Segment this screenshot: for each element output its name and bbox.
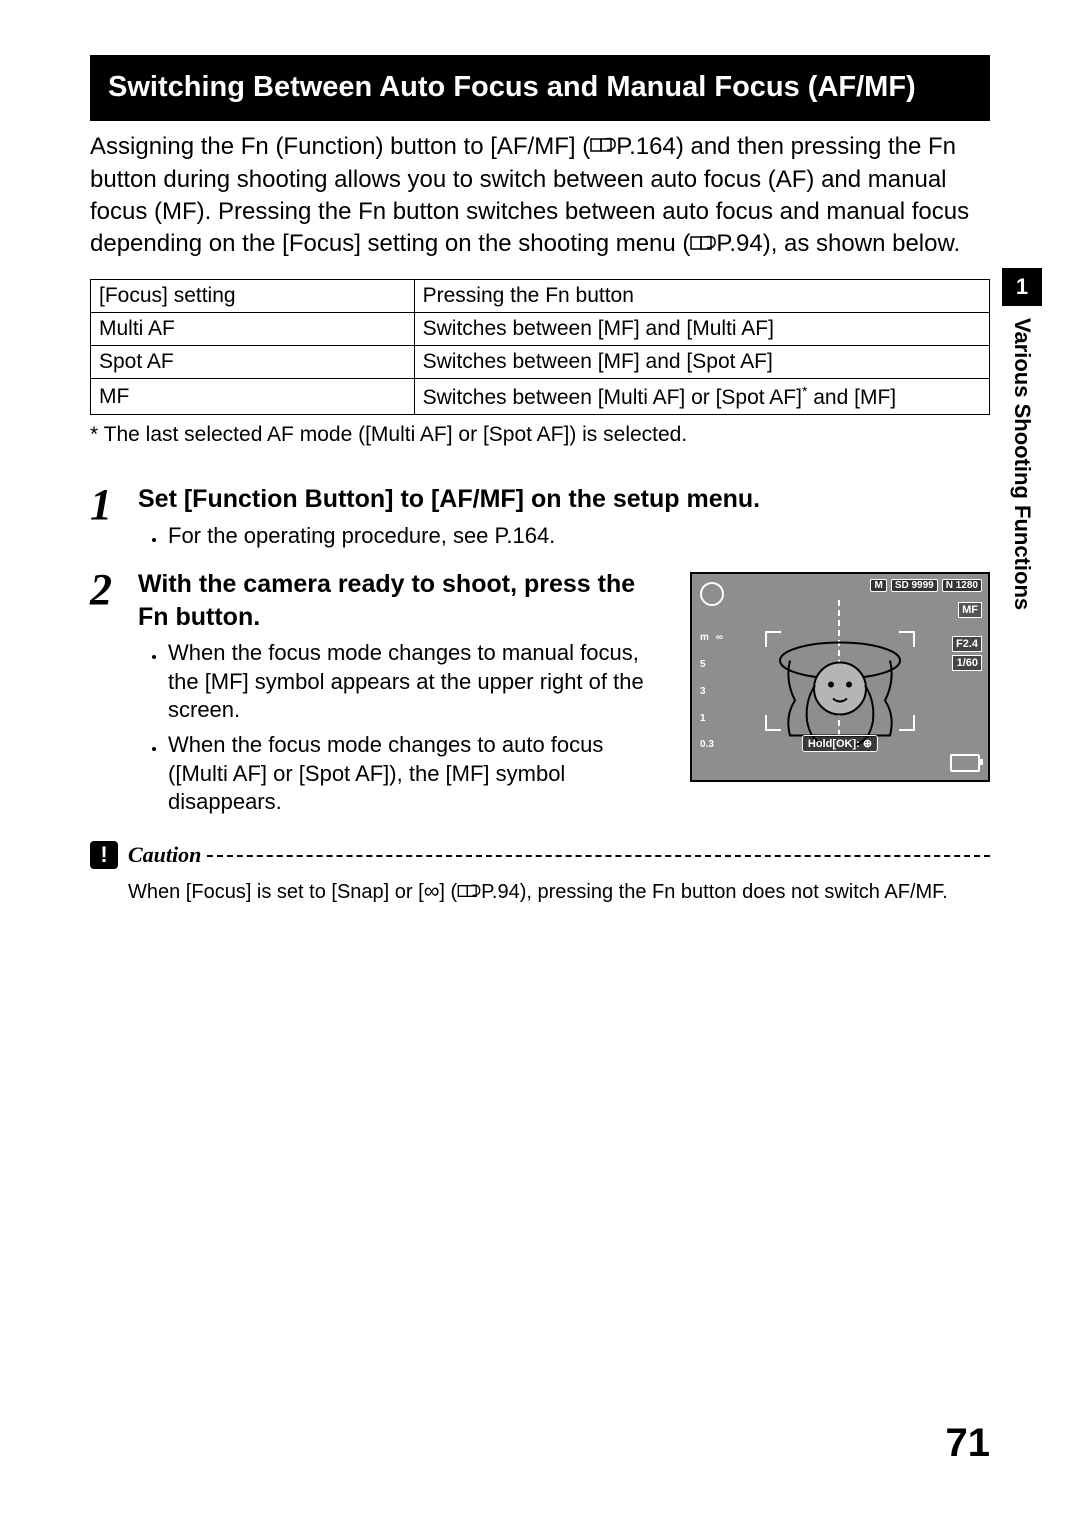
sd-indicator: SD 9999 (891, 579, 938, 592)
step-title: Set [Function Button] to [AF/MF] on the … (138, 483, 990, 516)
step-1: 1 Set [Function Button] to [AF/MF] on th… (90, 483, 990, 556)
page-number: 71 (946, 1421, 991, 1466)
caution-text: When [Focus] is set to [Snap] or [∞] ( P… (128, 877, 990, 906)
quality-indicator: N 1280 (942, 579, 982, 592)
side-tab: 1 Various Shooting Functions (1002, 268, 1042, 610)
table-row: Multi AF Switches between [MF] and [Mult… (91, 313, 990, 346)
distance-gauge: m ∞ 5 3 1 0.3 (700, 632, 726, 750)
caution-icon: ! (90, 841, 118, 869)
selftimer-icon (700, 582, 724, 606)
infinity-symbol: ∞ (424, 878, 440, 903)
cell-fn-post: and [MF] (807, 386, 896, 409)
step-title: With the camera ready to shoot, press th… (138, 568, 665, 633)
shutter-value: 1/60 (952, 655, 982, 671)
battery-icon (950, 754, 980, 772)
step-bullet: For the operating procedure, see P.164. (166, 522, 990, 551)
section-header: Switching Between Auto Focus and Manual … (90, 55, 990, 121)
aperture-value: F2.4 (952, 636, 982, 652)
caution-label: Caution (128, 842, 201, 868)
cell-focus: Spot AF (91, 346, 415, 379)
col-focus-setting: [Focus] setting (91, 280, 415, 313)
cell-fn-pre: Switches between [Multi AF] or [Spot AF] (423, 386, 802, 409)
chapter-number: 1 (1002, 268, 1042, 306)
caution-header: ! Caution (90, 841, 990, 869)
step-number: 2 (90, 568, 138, 612)
intro-paragraph: Assigning the Fn (Function) button to [A… (90, 131, 990, 261)
holdok-hint: Hold[OK]: ⊕ (802, 735, 878, 752)
table-row: MF Switches between [Multi AF] or [Spot … (91, 379, 990, 415)
cell-fn: Switches between [MF] and [Multi AF] (414, 313, 989, 346)
intro-ref1: P.164 (616, 133, 676, 160)
cell-focus: Multi AF (91, 313, 415, 346)
cell-fn: Switches between [Multi AF] or [Spot AF]… (414, 379, 989, 415)
intro-ref2: P.94 (716, 230, 762, 257)
step-bullet: When the focus mode changes to manual fo… (166, 639, 665, 725)
focus-table: [Focus] setting Pressing the Fn button M… (90, 279, 990, 415)
divider (207, 855, 990, 857)
cell-focus: MF (91, 379, 415, 415)
reference-icon (457, 880, 481, 906)
step-2: 2 With the camera ready to shoot, press … (90, 568, 990, 823)
chapter-title: Various Shooting Functions (1009, 318, 1035, 610)
intro-pre: Assigning the Fn (Function) button to [A… (90, 133, 590, 160)
camera-lcd-illustration: M SD 9999 N 1280 MF F2.4 1/60 m ∞ 5 3 (690, 572, 990, 782)
intro-post: ), as shown below. (763, 230, 960, 257)
col-pressing-fn: Pressing the Fn button (414, 280, 989, 313)
cell-fn: Switches between [MF] and [Spot AF] (414, 346, 989, 379)
table-header-row: [Focus] setting Pressing the Fn button (91, 280, 990, 313)
mode-indicator: M (870, 579, 886, 592)
table-footnote: * The last selected AF mode ([Multi AF] … (90, 423, 990, 447)
step-number: 1 (90, 483, 138, 527)
reference-icon (590, 131, 616, 163)
reference-icon (690, 229, 716, 261)
step-bullet: When the focus mode changes to auto focu… (166, 731, 665, 817)
table-row: Spot AF Switches between [MF] and [Spot … (91, 346, 990, 379)
mf-indicator: MF (958, 602, 982, 618)
